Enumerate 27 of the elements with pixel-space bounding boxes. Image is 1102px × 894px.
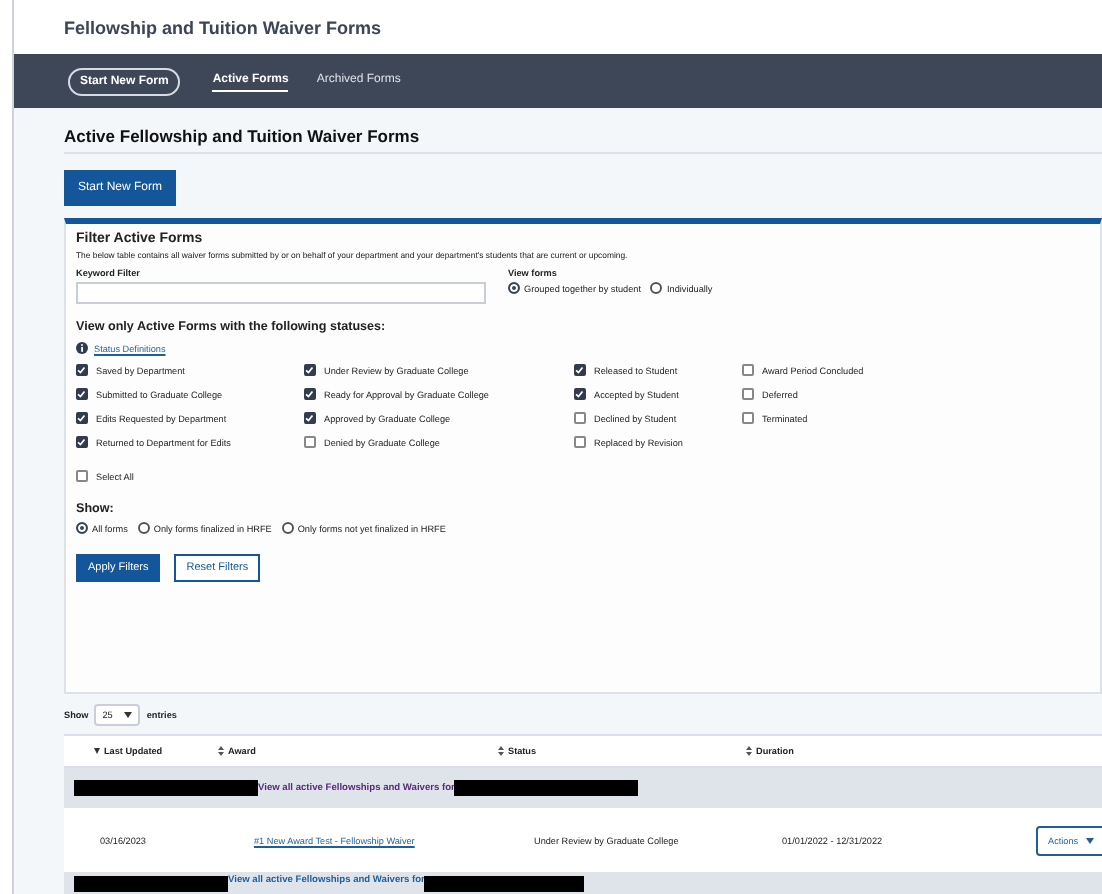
checkbox[interactable]	[304, 364, 316, 376]
checkbox[interactable]	[76, 470, 88, 482]
checkbox[interactable]	[574, 412, 586, 424]
checkbox[interactable]	[304, 436, 316, 448]
checkbox[interactable]	[76, 436, 88, 448]
checkbox[interactable]	[742, 388, 754, 400]
radio-button[interactable]	[137, 522, 150, 534]
checkbox[interactable]	[304, 412, 316, 424]
checkbox[interactable]	[574, 364, 586, 376]
checkbox[interactable]	[742, 412, 754, 424]
checkbox[interactable]	[76, 364, 88, 376]
checkbox[interactable]	[574, 436, 586, 448]
checkbox[interactable]	[742, 364, 754, 376]
checkbox[interactable]	[574, 388, 586, 400]
info-icon	[76, 342, 88, 354]
page-title: Fellowship and Tuition Waiver Forms	[64, 17, 382, 37]
checkbox[interactable]	[76, 388, 88, 400]
radio-button[interactable]	[650, 282, 663, 294]
keyword-field[interactable]	[76, 282, 486, 304]
caret-icon	[124, 712, 133, 718]
radio-button[interactable]	[76, 522, 88, 534]
caret-icon	[1086, 837, 1095, 843]
section-heading: Active Fellowship and Tuition Waiver Forms	[64, 126, 1102, 154]
checkbox[interactable]	[304, 388, 316, 400]
checkbox[interactable]	[76, 412, 88, 424]
radio-button[interactable]	[281, 522, 294, 534]
radio-button[interactable]	[508, 282, 520, 294]
